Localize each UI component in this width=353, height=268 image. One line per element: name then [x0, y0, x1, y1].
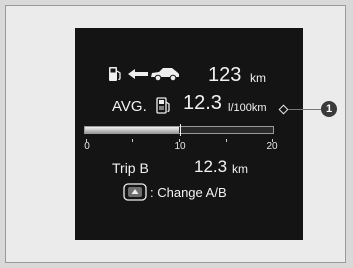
callout-leader-line — [285, 109, 321, 110]
steering-switch-icon — [123, 183, 147, 201]
avg-value: 12.3 — [183, 92, 222, 114]
fuel-pump-icon — [109, 67, 121, 81]
gauge-divider — [180, 124, 181, 136]
trip-unit: km — [232, 162, 248, 176]
avg-label: AVG. — [112, 98, 147, 115]
arrow-left-icon — [128, 69, 148, 79]
fuel-economy-gauge — [84, 126, 274, 134]
callout-badge: 1 — [321, 101, 337, 117]
change-ab-label: : Change A/B — [150, 185, 227, 200]
gauge-tick — [132, 139, 133, 142]
gauge-tick-label-10: 10 — [174, 141, 186, 152]
gauge-tick — [226, 139, 227, 142]
range-value: 123 — [208, 64, 242, 86]
gauge-fill — [85, 127, 179, 133]
car-icon — [151, 68, 179, 81]
trip-value: 12.3 — [194, 157, 228, 176]
range-unit: km — [250, 71, 266, 85]
gauge-tick-label-20: 20 — [266, 141, 278, 152]
instrument-display — [75, 28, 303, 240]
fuel-economy-icon — [156, 97, 170, 114]
trip-label: Trip B — [112, 160, 149, 176]
gauge-tick-label-0: 0 — [84, 141, 90, 152]
avg-unit: l/100km — [228, 102, 267, 114]
